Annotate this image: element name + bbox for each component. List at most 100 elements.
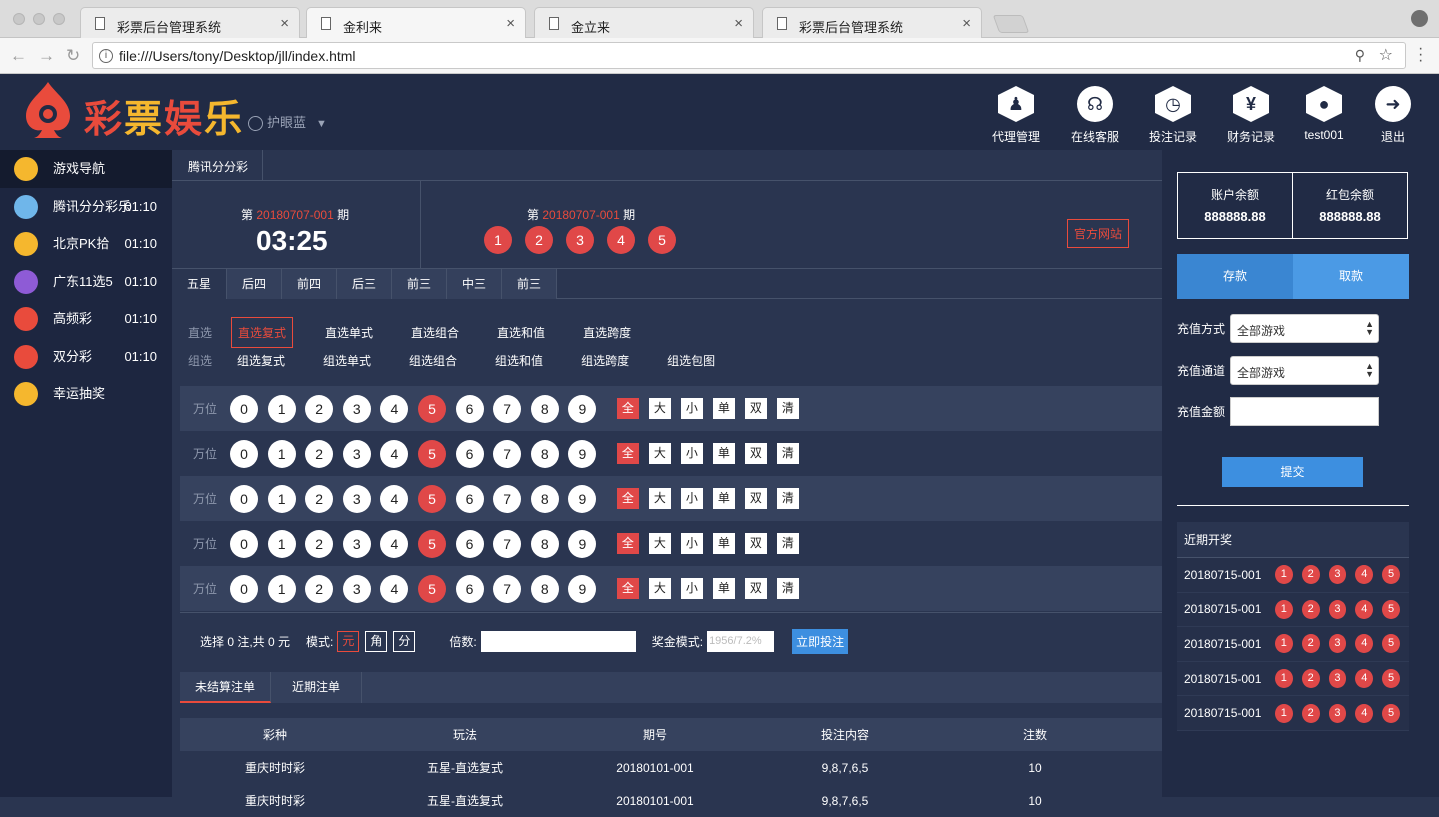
digit-ball[interactable]: 0: [230, 574, 258, 603]
digit-ball[interactable]: 2: [305, 484, 334, 513]
digit-ball[interactable]: 8: [530, 439, 559, 468]
quick-select-button[interactable]: 大: [648, 398, 671, 419]
digit-ball[interactable]: 7: [493, 529, 522, 558]
sidebar-item-bjpk10[interactable]: 北京PK拾 01:10: [0, 225, 172, 263]
recharge-amount-input[interactable]: [1230, 397, 1380, 426]
digit-ball[interactable]: 1: [267, 439, 296, 468]
quick-select-button[interactable]: 清: [776, 488, 799, 509]
tab-first-three[interactable]: 前三: [392, 269, 447, 299]
digit-ball[interactable]: 5: [417, 394, 446, 423]
quick-select-button[interactable]: 小: [680, 488, 703, 509]
digit-ball[interactable]: 1: [267, 484, 296, 513]
option-group-compound[interactable]: 组选复式: [231, 346, 291, 375]
recharge-channel-select[interactable]: 全部游戏 ▲ ▼: [1230, 356, 1380, 385]
browser-menu-icon[interactable]: · · ·: [1418, 41, 1423, 69]
quick-select-button[interactable]: 单: [712, 533, 735, 554]
digit-ball[interactable]: 0: [230, 439, 258, 468]
deposit-button[interactable]: 存款: [1177, 254, 1293, 299]
quick-select-button[interactable]: 清: [776, 578, 799, 599]
tab-recent-orders[interactable]: 近期注单: [271, 672, 362, 703]
tab-five-star[interactable]: 五星: [172, 269, 227, 299]
quick-select-button[interactable]: 全: [616, 488, 639, 509]
official-site-button[interactable]: 官方网站: [1067, 219, 1130, 248]
digit-ball[interactable]: 7: [493, 574, 522, 603]
mode-yuan-button[interactable]: 元: [337, 630, 360, 652]
tab-last-three[interactable]: 后三: [337, 269, 392, 299]
quick-select-button[interactable]: 小: [680, 398, 703, 419]
close-window-button[interactable]: [13, 13, 25, 25]
forward-arrow-icon[interactable]: →: [38, 46, 55, 66]
browser-tab-active[interactable]: 金利来 ×: [306, 7, 526, 38]
digit-ball[interactable]: 2: [305, 574, 334, 603]
nav-online-service[interactable]: ☊ 在线客服: [1060, 82, 1130, 145]
tab-unsettled-orders[interactable]: 未结算注单: [180, 672, 271, 703]
quick-select-button[interactable]: 全: [616, 398, 639, 419]
address-bar[interactable]: i file:///Users/tony/Desktop/jll/index.h…: [92, 42, 1406, 69]
nav-finance-records[interactable]: ¥ 财务记录: [1216, 82, 1286, 145]
quick-select-button[interactable]: 全: [616, 578, 639, 599]
digit-ball[interactable]: 3: [342, 439, 371, 468]
digit-ball[interactable]: 3: [342, 529, 371, 558]
digit-ball[interactable]: 6: [455, 574, 484, 603]
submit-recharge-button[interactable]: 提交: [1222, 457, 1363, 487]
digit-ball[interactable]: 6: [455, 394, 484, 423]
option-group-span[interactable]: 组选跨度: [575, 346, 635, 375]
browser-tab[interactable]: 金立来 ×: [534, 7, 754, 38]
digit-ball[interactable]: 9: [568, 529, 597, 558]
quick-select-button[interactable]: 双: [744, 578, 767, 599]
digit-ball[interactable]: 1: [267, 529, 296, 558]
tab-middle-three[interactable]: 中三: [447, 269, 502, 299]
quick-select-button[interactable]: 双: [744, 488, 767, 509]
zoom-window-button[interactable]: [53, 13, 65, 25]
quick-select-button[interactable]: 清: [776, 398, 799, 419]
digit-ball[interactable]: 0: [230, 484, 258, 513]
digit-ball[interactable]: 9: [568, 394, 597, 423]
digit-ball[interactable]: 4: [380, 529, 409, 558]
quick-select-button[interactable]: 双: [744, 398, 767, 419]
sidebar-item-game-nav[interactable]: 游戏导航: [0, 150, 172, 188]
digit-ball[interactable]: 7: [493, 394, 522, 423]
option-direct-compound[interactable]: 直选复式: [231, 317, 294, 348]
quick-select-button[interactable]: 大: [648, 578, 671, 599]
quick-select-button[interactable]: 双: [744, 533, 767, 554]
withdraw-button[interactable]: 取款: [1293, 254, 1409, 299]
quick-select-button[interactable]: 小: [680, 578, 703, 599]
digit-ball[interactable]: 4: [380, 439, 409, 468]
quick-select-button[interactable]: 小: [680, 533, 703, 554]
profile-icon[interactable]: [1411, 10, 1428, 27]
sidebar-item-tencent[interactable]: 腾讯分分彩乐 01:10: [0, 188, 172, 226]
zoom-magnifier-icon[interactable]: ⚲: [1355, 47, 1365, 64]
sidebar-item-gd11x5[interactable]: 广东11选5 01:10: [0, 263, 172, 301]
sidebar-item-high-freq[interactable]: 高频彩 01:10: [0, 300, 172, 338]
digit-ball[interactable]: 9: [568, 439, 597, 468]
digit-ball[interactable]: 8: [530, 529, 559, 558]
option-group-bundle[interactable]: 组选包图: [661, 346, 721, 375]
nav-agent-management[interactable]: ♟ 代理管理: [981, 82, 1051, 145]
digit-ball[interactable]: 0: [230, 394, 258, 423]
browser-tab[interactable]: 彩票后台管理系统 ×: [762, 7, 982, 38]
quick-select-button[interactable]: 全: [616, 443, 639, 464]
new-tab-button[interactable]: [992, 15, 1030, 33]
quick-select-button[interactable]: 单: [712, 578, 735, 599]
digit-ball[interactable]: 9: [568, 574, 597, 603]
close-tab-icon[interactable]: ×: [734, 15, 743, 32]
nav-bet-records[interactable]: ◷ 投注记录: [1138, 82, 1208, 145]
table-row[interactable]: 重庆时时彩 五星-直选复式 20180101-001 9,8,7,6,5 10: [180, 751, 1162, 784]
quick-select-button[interactable]: 清: [776, 533, 799, 554]
nav-user-account[interactable]: ● test001: [1289, 82, 1359, 142]
reload-icon[interactable]: ↻: [66, 46, 80, 66]
option-direct-combo[interactable]: 直选组合: [405, 318, 465, 347]
browser-tab[interactable]: 彩票后台管理系统 ×: [80, 7, 300, 38]
bookmark-star-icon[interactable]: ☆: [1379, 45, 1393, 65]
quick-select-button[interactable]: 单: [712, 488, 735, 509]
quick-select-button[interactable]: 单: [712, 443, 735, 464]
option-direct-sum[interactable]: 直选和值: [491, 318, 551, 347]
option-group-sum[interactable]: 组选和值: [489, 346, 549, 375]
digit-ball[interactable]: 5: [417, 574, 446, 603]
digit-ball[interactable]: 4: [380, 484, 409, 513]
digit-ball[interactable]: 2: [305, 439, 334, 468]
quick-select-button[interactable]: 清: [776, 443, 799, 464]
digit-ball[interactable]: 3: [342, 394, 371, 423]
digit-ball[interactable]: 4: [380, 394, 409, 423]
digit-ball[interactable]: 6: [455, 529, 484, 558]
